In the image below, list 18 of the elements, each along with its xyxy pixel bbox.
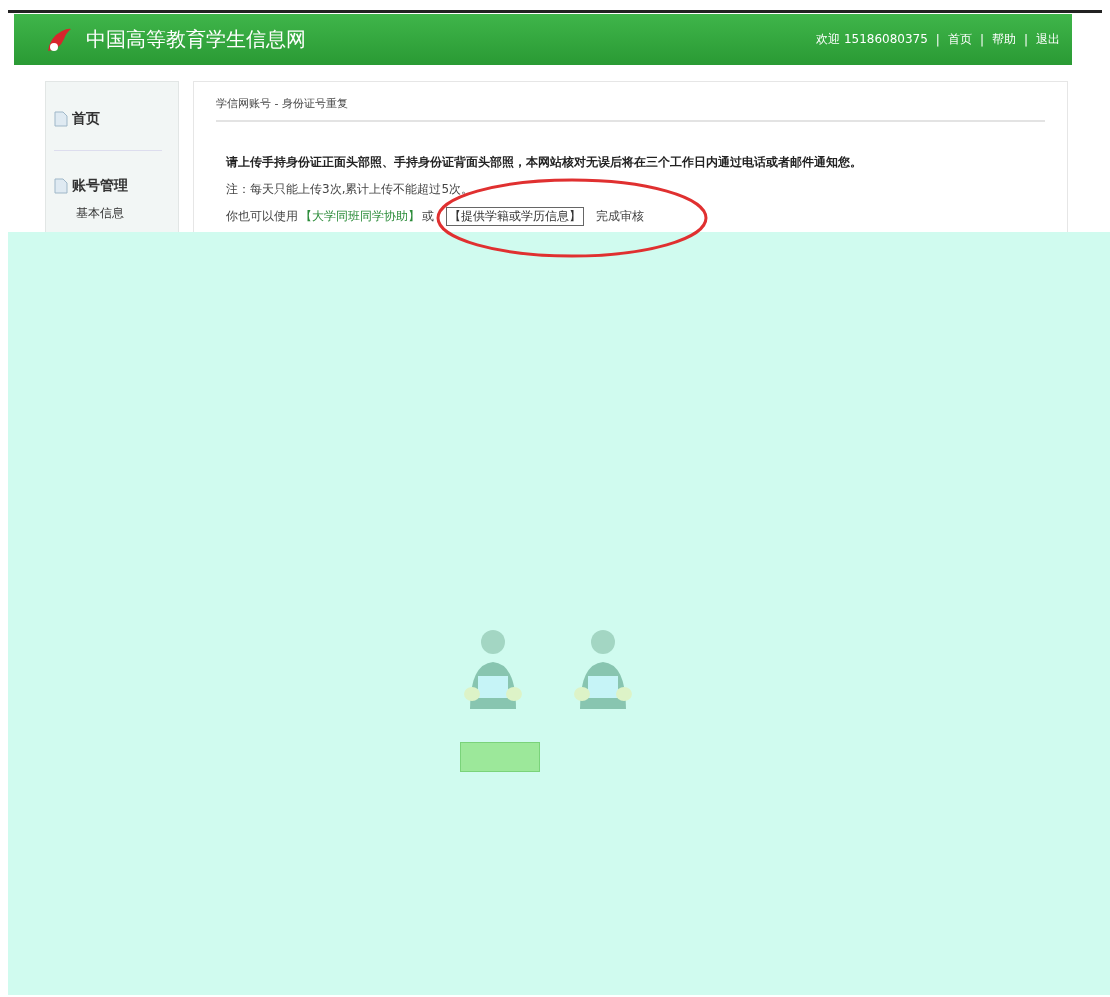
separator: | <box>1023 32 1028 47</box>
complete-review-text: 完成审核 <box>596 208 644 225</box>
site-title: 中国高等教育学生信息网 <box>86 26 307 53</box>
separator: | <box>935 32 940 47</box>
note-text: 注：每天只能上传3次,累计上传不能超过5次。 <box>226 181 475 198</box>
provide-info-link[interactable]: 【提供学籍或学历信息】 <box>446 207 584 226</box>
separator: | <box>979 32 984 47</box>
welcome-text: 欢迎 15186080375 <box>816 31 928 48</box>
breadcrumb: 学信网账号 - 身份证号重复 <box>216 96 1045 122</box>
instruction-text: 请上传手持身份证正面头部照、手持身份证背面头部照，本网站核对无误后将在三个工作日内通过电话或者邮件通知您。 <box>226 154 863 171</box>
sidebar-section-link[interactable]: 账号管理 <box>54 177 162 195</box>
classmate-help-link[interactable]: 【大学同班同学协助】 <box>300 208 420 225</box>
document-icon <box>54 111 68 127</box>
sidebar-item[interactable]: 基本信息 <box>76 205 162 222</box>
document-icon <box>54 178 68 194</box>
alternative-text: 你也可以使用 <box>226 208 298 225</box>
sidebar-section-link[interactable]: 首页 <box>54 110 162 128</box>
or-text: 或 <box>422 208 434 225</box>
